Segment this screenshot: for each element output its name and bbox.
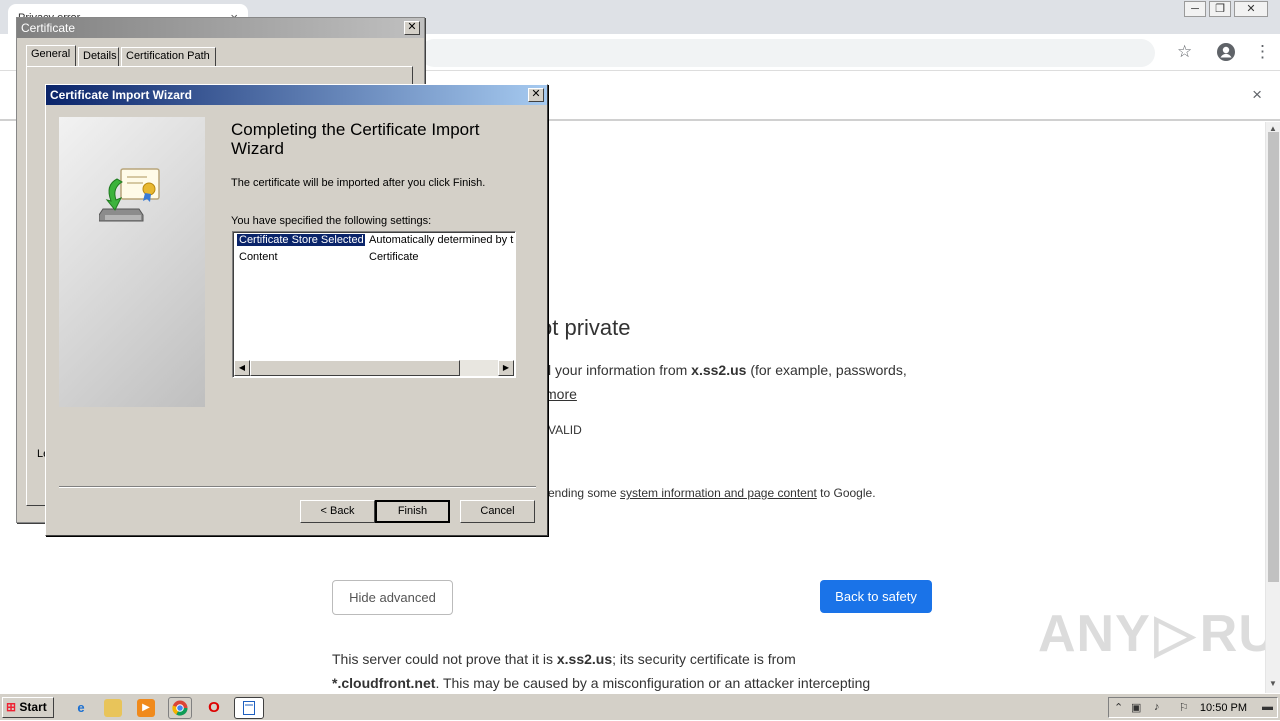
finish-button[interactable]: Finish	[375, 500, 450, 523]
wizard-side-panel	[59, 117, 205, 407]
system-info-link[interactable]: system information and page content	[620, 486, 817, 500]
warning-text: l your information from x.ss2.us (for ex…	[548, 362, 907, 378]
maximize-button[interactable]: ❐	[1209, 1, 1231, 17]
error-code: VALID	[548, 423, 582, 437]
clock[interactable]: 10:50 PM	[1200, 702, 1247, 714]
certificate-import-icon	[98, 165, 165, 236]
bookmark-star-icon[interactable]: ☆	[1177, 42, 1192, 62]
list-scroll-thumb[interactable]	[250, 360, 460, 376]
setting-name: Content	[239, 251, 278, 263]
certificate-dialog-title: Certificate	[17, 18, 424, 38]
cancel-button[interactable]: Cancel	[460, 500, 535, 523]
profile-icon[interactable]	[1216, 42, 1236, 67]
wizard-finish-note: The certificate will be imported after y…	[231, 177, 486, 189]
wizard-close-button[interactable]: ✕	[528, 88, 544, 102]
certificate-close-button[interactable]: ✕	[404, 21, 420, 35]
wizard-separator	[59, 486, 536, 488]
notepad-taskbar-button[interactable]	[234, 697, 264, 719]
system-tray: ⌃ ▣ ♪ ⚐ 10:50 PM ▬	[1108, 697, 1278, 718]
tab-general[interactable]: General	[26, 45, 76, 66]
folder-icon[interactable]	[104, 699, 122, 717]
tray-expand-icon[interactable]: ⌃	[1114, 701, 1123, 714]
wizard-heading: Completing the Certificate Import Wizard	[231, 120, 480, 158]
scroll-down-icon[interactable]: ▼	[1269, 679, 1277, 688]
opera-icon[interactable]: O	[205, 699, 223, 717]
learn-more-link[interactable]: more	[545, 386, 577, 402]
scroll-thumb[interactable]	[1268, 132, 1279, 582]
hide-advanced-button[interactable]: Hide advanced	[332, 580, 453, 615]
setting-name: Certificate Store Selected	[237, 234, 365, 246]
internet-explorer-icon[interactable]: e	[72, 699, 90, 717]
scroll-left-icon[interactable]: ◀	[234, 360, 250, 376]
scroll-right-icon[interactable]: ▶	[498, 360, 514, 376]
network-icon[interactable]: ▣	[1131, 701, 1141, 714]
page-heading: ot private	[540, 315, 631, 340]
list-horizontal-scrollbar[interactable]: ◀ ▶	[234, 360, 514, 376]
certificate-import-wizard: Certificate Import Wizard ✕ Completing t…	[45, 84, 548, 536]
windows-logo-icon: ⊞	[6, 700, 17, 714]
window-close-button[interactable]: ✕	[1234, 1, 1268, 17]
back-to-safety-button[interactable]: Back to safety	[820, 580, 932, 613]
page-scrollbar[interactable]: ▲ ▼	[1265, 122, 1280, 693]
chrome-taskbar-button[interactable]	[168, 697, 192, 719]
volume-icon[interactable]: ♪	[1154, 701, 1160, 713]
start-button[interactable]: ⊞ Start	[2, 697, 54, 718]
menu-kebab-icon[interactable]: ⋮	[1254, 42, 1271, 62]
setting-value: Automatically determined by t	[369, 234, 514, 246]
setting-value: Certificate	[369, 251, 419, 263]
infobar-close-icon[interactable]: ×	[1252, 85, 1262, 105]
wizard-title: Certificate Import Wizard	[46, 85, 547, 105]
tab-details[interactable]: Details	[78, 47, 119, 66]
wizard-settings-label: You have specified the following setting…	[231, 215, 432, 227]
minimize-button[interactable]: ─	[1184, 1, 1206, 17]
address-bar[interactable]	[420, 39, 1155, 67]
play-logo-icon: ▷	[1154, 605, 1196, 663]
report-text: ending some system information and page …	[548, 486, 876, 500]
media-player-icon[interactable]: ▶	[137, 699, 155, 717]
tab-certification-path[interactable]: Certification Path	[121, 47, 216, 66]
anyrun-watermark: ANY▷RUN	[1038, 605, 1280, 663]
detail-text-line2: *.cloudfront.net. This may be caused by …	[332, 675, 871, 691]
detail-text-line1: This server could not prove that it is x…	[332, 651, 796, 667]
back-button[interactable]: < Back	[300, 500, 375, 523]
show-desktop-icon[interactable]: ▬	[1262, 701, 1273, 713]
action-center-flag-icon[interactable]: ⚐	[1179, 701, 1189, 714]
taskbar: ⊞ Start e ▶ O ⌃ ▣ ♪ ⚐ 10:50 PM ▬	[0, 693, 1280, 720]
settings-list[interactable]: Certificate Store Selected Automatically…	[232, 231, 516, 378]
